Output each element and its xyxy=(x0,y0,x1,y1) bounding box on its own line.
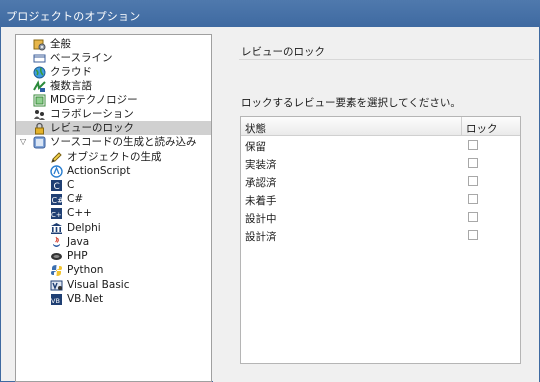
c-icon: C xyxy=(50,179,63,192)
tree-item-label: Java xyxy=(67,236,90,248)
tree-item-actionscript[interactable]: ActionScript xyxy=(16,164,211,178)
tree-item-label: 複数言語 xyxy=(50,80,92,92)
lock-checkbox[interactable] xyxy=(468,230,478,240)
tree-item-label: C++ xyxy=(67,207,92,219)
people-icon xyxy=(33,108,46,121)
vbnet-icon: VB xyxy=(50,293,63,306)
tree-item-label: ActionScript xyxy=(67,165,131,177)
tree-item-general[interactable]: 全般 xyxy=(16,37,211,51)
globe-icon xyxy=(33,66,46,79)
tree-item-label: VB.Net xyxy=(67,293,104,305)
tree-item-delphi[interactable]: Delphi xyxy=(16,221,211,235)
svg-text:C#: C# xyxy=(52,196,64,205)
tree-item-multilanguage[interactable]: 複数言語 xyxy=(16,79,211,93)
tree-item-python[interactable]: Python xyxy=(16,263,211,277)
review-lock-table[interactable]: 状態 ロック 保留 実装済 承認済 未着手 設計中 設計済 xyxy=(240,116,521,364)
tree-item-cpp[interactable]: C+ C++ xyxy=(16,206,211,220)
php-icon xyxy=(50,250,63,263)
tree-item-csharp[interactable]: C# C# xyxy=(16,192,211,206)
tree-item-label: クラウド xyxy=(50,66,92,78)
translate-icon xyxy=(33,79,46,93)
svg-text:C: C xyxy=(54,182,60,192)
tree-item-label: PHP xyxy=(67,250,88,262)
row-status: 実装済 xyxy=(245,159,277,171)
lock-checkbox[interactable] xyxy=(468,194,478,204)
table-row[interactable]: 設計済 xyxy=(241,227,520,245)
tree-item-visualbasic[interactable]: Visual Basic xyxy=(16,278,211,292)
row-status: 設計中 xyxy=(245,213,277,225)
tree-item-label: 全般 xyxy=(50,38,71,50)
tree-item-label: ベースライン xyxy=(50,52,113,64)
tree-item-mdg[interactable]: MDGテクノロジー xyxy=(16,93,211,107)
cpp-icon: C+ xyxy=(50,207,63,220)
lock-checkbox[interactable] xyxy=(468,140,478,150)
tree-item-baseline[interactable]: ベースライン xyxy=(16,51,211,65)
tree-item-label: コラボレーション xyxy=(50,108,134,120)
table-row[interactable]: 設計中 xyxy=(241,209,520,227)
title-divider xyxy=(239,59,534,60)
row-status: 設計済 xyxy=(245,231,277,243)
gear-icon xyxy=(33,38,46,51)
instruction-text: ロックするレビュー要素を選択してください。 xyxy=(241,97,461,109)
lock-icon xyxy=(33,122,46,135)
java-icon xyxy=(50,236,63,249)
chevron-down-icon[interactable]: ▽ xyxy=(20,138,28,146)
column-header-status[interactable]: 状態 xyxy=(245,121,266,136)
tree-item-collaboration[interactable]: コラボレーション xyxy=(16,107,211,121)
actionscript-icon xyxy=(50,164,63,178)
tree-item-label: Visual Basic xyxy=(67,279,130,291)
tree-item-label: MDGテクノロジー xyxy=(50,94,138,106)
tree-item-c[interactable]: C C xyxy=(16,178,211,192)
tree-item-php[interactable]: PHP xyxy=(16,249,211,263)
tree-item-label: レビューのロック xyxy=(50,122,134,134)
tree-item-label: オブジェクトの生成 xyxy=(67,151,162,163)
baseline-icon xyxy=(33,52,46,65)
tree-item-review-lock[interactable]: レビューのロック xyxy=(16,121,211,135)
column-divider[interactable] xyxy=(461,117,462,136)
tree-item-label: C# xyxy=(67,193,84,205)
tree-item-java[interactable]: Java xyxy=(16,235,211,249)
row-status: 承認済 xyxy=(245,177,277,189)
page-title: レビューのロック xyxy=(241,46,325,58)
delphi-icon xyxy=(50,222,63,235)
lock-checkbox[interactable] xyxy=(468,176,478,186)
tree-item-cloud[interactable]: クラウド xyxy=(16,65,211,79)
code-icon xyxy=(33,136,46,149)
tree-item-vbnet[interactable]: VB VB.Net xyxy=(16,292,211,306)
table-header: 状態 ロック xyxy=(241,117,520,136)
tree-item-object-generation[interactable]: オブジェクトの生成 xyxy=(16,150,211,164)
pencil-icon xyxy=(50,151,63,164)
svg-text:C+: C+ xyxy=(51,211,62,219)
mdg-icon xyxy=(33,94,46,107)
options-page: レビューのロック ロックするレビュー要素を選択してください。 状態 ロック 保留… xyxy=(213,34,539,382)
tree-item-label: ソースコードの生成と読み込み xyxy=(50,136,197,148)
row-status: 未着手 xyxy=(245,195,277,207)
csharp-icon: C# xyxy=(50,193,64,206)
tree-item-label: Delphi xyxy=(67,222,101,234)
row-status: 保留 xyxy=(245,141,266,153)
table-row[interactable]: 未着手 xyxy=(241,191,520,209)
table-row[interactable]: 承認済 xyxy=(241,173,520,191)
table-row[interactable]: 実装済 xyxy=(241,155,520,173)
tree-item-label: C xyxy=(67,179,75,191)
tree-item-label: Python xyxy=(67,264,104,276)
options-tree[interactable]: 全般 ベースライン クラウド 複数言語 MDGテクノロジー コラボレーション レ… xyxy=(15,34,212,382)
visualbasic-icon xyxy=(50,279,63,292)
tree-item-source-code[interactable]: ▽ ソースコードの生成と読み込み xyxy=(16,135,211,149)
table-row[interactable]: 保留 xyxy=(241,137,520,155)
lock-checkbox[interactable] xyxy=(468,158,478,168)
window-title: プロジェクトのオプション xyxy=(0,0,540,27)
column-header-lock[interactable]: ロック xyxy=(466,121,498,136)
lock-checkbox[interactable] xyxy=(468,212,478,222)
python-icon xyxy=(50,264,63,277)
svg-text:VB: VB xyxy=(51,297,60,305)
